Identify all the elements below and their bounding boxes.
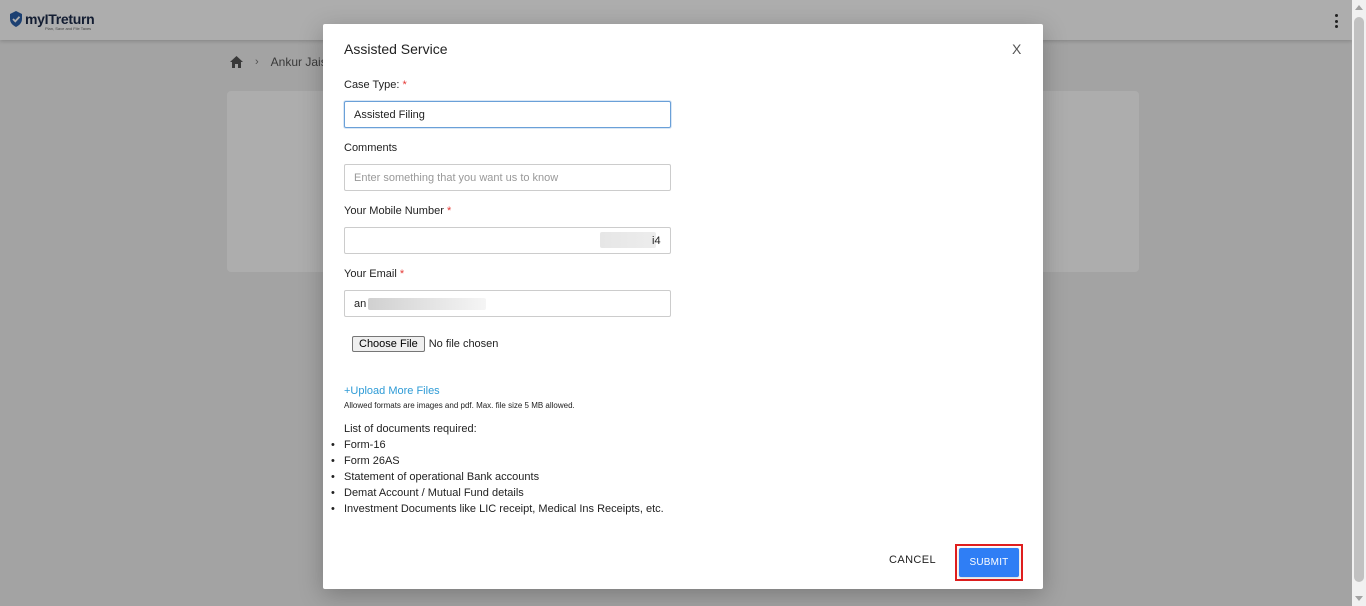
list-item: Statement of operational Bank accounts xyxy=(331,471,664,487)
scroll-down-arrow-icon[interactable] xyxy=(1355,596,1363,601)
list-item: Investment Documents like LIC receipt, M… xyxy=(331,503,664,519)
list-item: Demat Account / Mutual Fund details xyxy=(331,487,664,503)
email-visible-prefix: an xyxy=(354,297,367,310)
mobile-number-field[interactable]: i4 xyxy=(344,227,671,254)
cancel-button[interactable]: CANCEL xyxy=(889,554,936,566)
scroll-up-arrow-icon[interactable] xyxy=(1355,5,1363,10)
mobile-label: Your Mobile Number * xyxy=(344,205,452,217)
allowed-formats-note: Allowed formats are images and pdf. Max.… xyxy=(344,401,575,410)
upload-more-files-link[interactable]: +Upload More Files xyxy=(344,385,440,397)
comments-label: Comments xyxy=(344,142,398,154)
case-type-label: Case Type: * xyxy=(344,79,407,91)
page-scrollbar[interactable] xyxy=(1352,0,1366,606)
documents-title: List of documents required: xyxy=(344,423,477,435)
list-item: Form 26AS xyxy=(331,455,664,471)
scroll-thumb[interactable] xyxy=(1354,17,1364,582)
comments-field[interactable] xyxy=(344,164,671,191)
comments-input[interactable] xyxy=(354,171,661,184)
choose-file-button[interactable]: Choose File xyxy=(352,336,425,352)
submit-button[interactable]: SUBMIT xyxy=(959,548,1019,577)
case-type-select[interactable]: Assisted Filing xyxy=(344,101,671,128)
file-upload-row: Choose File No file chosen xyxy=(352,336,498,352)
dialog-title: Assisted Service xyxy=(344,41,448,57)
email-label: Your Email * xyxy=(344,268,405,280)
case-type-value: Assisted Filing xyxy=(354,108,425,121)
mobile-visible-tail: i4 xyxy=(652,235,661,247)
list-item: Form-16 xyxy=(331,439,664,455)
documents-list: Form-16 Form 26AS Statement of operation… xyxy=(331,439,664,519)
file-status: No file chosen xyxy=(428,338,499,350)
redacted-mobile xyxy=(600,232,656,248)
assisted-service-dialog: Assisted Service X Case Type: * Assisted… xyxy=(323,24,1043,589)
email-field[interactable]: an xyxy=(344,290,671,317)
redacted-email xyxy=(368,297,487,310)
close-icon[interactable]: X xyxy=(1012,41,1021,57)
